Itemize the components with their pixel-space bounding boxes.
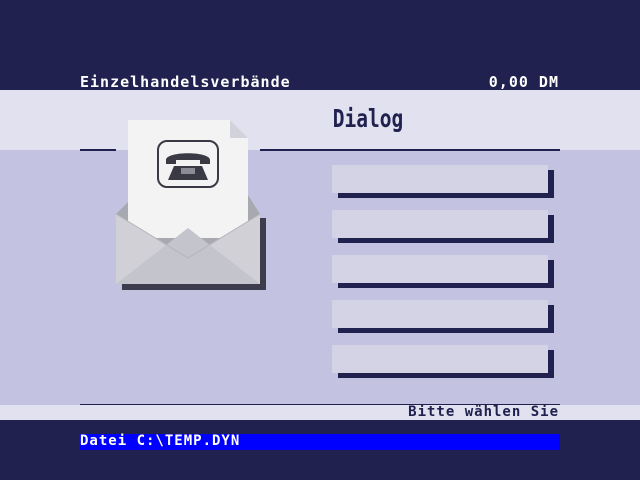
telephone-envelope-icon <box>115 120 266 290</box>
menu-option-1[interactable] <box>332 165 548 193</box>
amount-display: 0,00 DM <box>488 73 559 91</box>
file-path: Datei C:\TEMP.DYN <box>80 433 241 449</box>
category-label: Einzelhandelsverbände <box>80 73 291 91</box>
title-rule-left <box>80 149 116 151</box>
menu-option-5[interactable] <box>332 345 548 373</box>
menu-option-3[interactable] <box>332 255 548 283</box>
menu-option-2[interactable] <box>332 210 548 238</box>
menu-option-4[interactable] <box>332 300 548 328</box>
prompt-hint: Bitte wählen Sie <box>408 404 559 420</box>
title-rule-right <box>260 149 560 151</box>
